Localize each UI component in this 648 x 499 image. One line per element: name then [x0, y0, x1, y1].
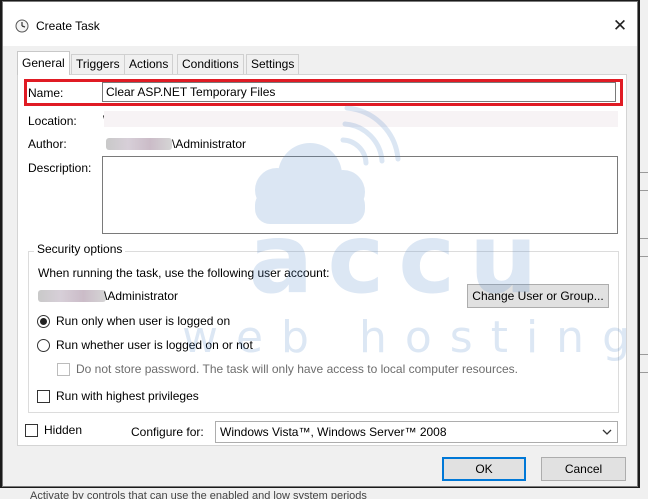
no-store-password-label: Do not store password. The task will onl… — [76, 362, 518, 376]
ok-button[interactable]: OK — [442, 457, 526, 481]
tab-triggers[interactable]: Triggers — [71, 54, 125, 74]
background-text: Activate by controls that can use the en… — [30, 490, 367, 499]
redacted-account — [38, 290, 106, 302]
tab-conditions[interactable]: Conditions — [177, 54, 244, 74]
cancel-button[interactable]: Cancel — [541, 457, 626, 481]
highest-privileges-label[interactable]: Run with highest privileges — [56, 389, 199, 403]
window-title: Create Task — [36, 19, 100, 33]
author-label: Author: — [28, 137, 67, 151]
highest-privileges-checkbox[interactable] — [37, 390, 50, 403]
hidden-label[interactable]: Hidden — [44, 423, 82, 437]
configure-for-select[interactable]: Windows Vista™, Windows Server™ 2008 — [215, 421, 618, 443]
close-icon[interactable]: ✕ — [607, 14, 633, 38]
redacted-username — [106, 138, 172, 150]
location-label: Location: — [28, 114, 77, 128]
background-window-edge — [640, 0, 648, 499]
radio-whether-logged-on[interactable] — [37, 339, 50, 352]
hidden-checkbox[interactable] — [25, 424, 38, 437]
radio-whether-logged-on-label[interactable]: Run whether user is logged on or not — [56, 338, 253, 352]
change-user-button[interactable]: Change User or Group... — [467, 284, 609, 308]
tab-actions[interactable]: Actions — [124, 54, 174, 74]
background-window-bottom: Activate by controls that can use the en… — [0, 488, 648, 499]
tab-general[interactable]: General — [17, 51, 70, 75]
name-input[interactable] — [102, 82, 616, 102]
no-store-password-checkbox[interactable] — [57, 363, 70, 376]
tab-settings[interactable]: Settings — [246, 54, 300, 74]
account-prompt: When running the task, use the following… — [38, 266, 330, 280]
configure-for-value: Windows Vista™, Windows Server™ 2008 — [220, 425, 447, 439]
clock-icon — [15, 19, 29, 33]
account-value: \Administrator — [104, 289, 179, 303]
chevron-down-icon — [602, 429, 612, 435]
general-panel: Name: Location: \ Author: \Administrator… — [17, 74, 627, 446]
name-label: Name: — [28, 86, 64, 100]
radio-logged-on-label[interactable]: Run only when user is logged on — [56, 314, 230, 328]
configure-for-label: Configure for: — [131, 425, 204, 439]
create-task-dialog: Create Task ✕ General Triggers Actions C… — [2, 1, 638, 487]
description-label: Description: — [28, 161, 92, 175]
radio-logged-on[interactable] — [37, 315, 50, 328]
title-bar[interactable]: Create Task ✕ — [3, 2, 637, 46]
author-value: \Administrator — [172, 137, 247, 151]
security-options-legend: Security options — [34, 242, 126, 256]
description-textarea[interactable] — [102, 156, 618, 234]
location-field-bg — [104, 111, 618, 127]
